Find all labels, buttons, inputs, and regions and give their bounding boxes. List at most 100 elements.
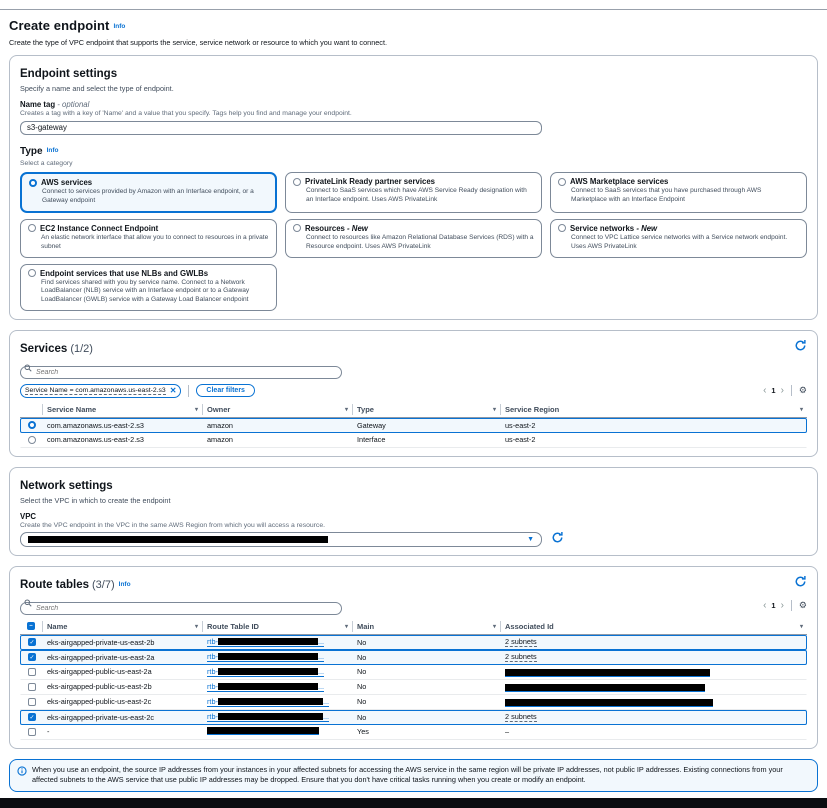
endpoint-settings-title: Endpoint settings	[20, 68, 117, 80]
route-table-id-link[interactable]: rtb-...	[207, 637, 324, 647]
route-table-row[interactable]: - Yes –	[20, 725, 807, 740]
route-table-row[interactable]: ✓ eks-airgapped-private-us-east-2c rtb-.…	[20, 710, 807, 725]
region-cell: us-east-2	[501, 420, 806, 431]
radio-icon[interactable]	[28, 436, 36, 444]
associated-subnets-link[interactable]: 2 subnets	[505, 712, 537, 723]
service-filter-chip[interactable]: Service Name = com.amazonaws.us-east-2.s…	[20, 384, 181, 398]
refresh-icon[interactable]	[794, 339, 807, 352]
network-settings-title: Network settings	[20, 480, 113, 492]
page-number[interactable]: 1	[771, 386, 775, 395]
previous-page-icon[interactable]: ‹	[763, 601, 766, 611]
rt-name-cell: eks-airgapped-public-us-east-2c	[43, 696, 203, 707]
services-title: Services	[20, 343, 67, 355]
clear-filters-button[interactable]: Clear filters	[196, 384, 255, 397]
refresh-icon[interactable]	[551, 531, 564, 544]
route-table-row[interactable]: eks-airgapped-public-us-east-2c rtb-... …	[20, 695, 807, 710]
endpoint-info-alert: When you use an endpoint, the source IP …	[9, 759, 818, 792]
route-table-row[interactable]: eks-airgapped-public-us-east-2a rtb-... …	[20, 665, 807, 680]
route-table-id-link[interactable]: rtb-...	[207, 652, 324, 662]
radio-checked-icon[interactable]	[28, 421, 36, 429]
col-associated-id: Associated Id▾	[500, 621, 807, 632]
new-badge: - New	[347, 224, 368, 233]
page-number[interactable]: 1	[771, 601, 775, 610]
associated-subnets-link[interactable]: 2 subnets	[505, 637, 537, 648]
sort-icon[interactable]: ▾	[800, 406, 803, 413]
route-table-row[interactable]: ✓ eks-airgapped-private-us-east-2a rtb-.…	[20, 650, 807, 665]
refresh-icon[interactable]	[794, 575, 807, 588]
route-tables-info-link[interactable]: Info	[119, 581, 131, 588]
name-tag-input[interactable]	[20, 121, 542, 135]
checkbox-icon[interactable]	[28, 698, 36, 706]
type-card-resources[interactable]: Resources - New Connect to resources lik…	[285, 219, 542, 258]
redacted-associated-id	[505, 669, 710, 677]
checkbox-checked-icon[interactable]: ✓	[28, 713, 36, 721]
gear-icon[interactable]: ⚙	[799, 386, 807, 395]
route-table-id-link[interactable]: rtb-...	[207, 697, 329, 707]
next-page-icon[interactable]: ›	[781, 386, 784, 396]
type-card-ec2-instance-connect[interactable]: EC2 Instance Connect Endpoint An elastic…	[20, 219, 277, 258]
redacted-id	[218, 668, 318, 675]
page-description: Create the type of VPC endpoint that sup…	[9, 38, 818, 47]
service-name-cell: com.amazonaws.us-east-2.s3	[43, 420, 203, 431]
route-table-id-link[interactable]: rtb-...	[207, 682, 324, 692]
sort-icon[interactable]: ▾	[493, 406, 496, 413]
redacted-id	[218, 698, 323, 705]
checkbox-checked-icon[interactable]: ✓	[28, 653, 36, 661]
type-card-title: PrivateLink Ready partner services	[305, 177, 435, 186]
type-card-nlb-gwlb[interactable]: Endpoint services that use NLBs and GWLB…	[20, 264, 277, 312]
checkbox-indeterminate-icon[interactable]: –	[27, 622, 35, 630]
checkbox-icon[interactable]	[28, 728, 36, 736]
service-row[interactable]: com.amazonaws.us-east-2.s3 amazon Interf…	[20, 433, 807, 448]
services-card: Services(1/2) Service Name = com.amazona…	[9, 330, 818, 457]
search-icon	[24, 364, 32, 372]
checkbox-icon[interactable]	[28, 683, 36, 691]
services-search[interactable]	[20, 361, 342, 379]
type-card-marketplace[interactable]: AWS Marketplace services Connect to SaaS…	[550, 172, 807, 213]
associated-subnets-link[interactable]: 2 subnets	[505, 652, 537, 663]
type-card-aws-services[interactable]: AWS services Connect to services provide…	[20, 172, 277, 213]
gear-icon[interactable]: ⚙	[799, 601, 807, 610]
redacted-id	[218, 683, 318, 690]
type-card-privatelink-partner[interactable]: PrivateLink Ready partner services Conne…	[285, 172, 542, 213]
redacted-id	[218, 638, 318, 645]
create-endpoint-page: Create endpointInfo Create the type of V…	[0, 0, 827, 808]
route-table-id-link[interactable]	[207, 727, 319, 735]
close-icon[interactable]: ✕	[170, 387, 177, 395]
rt-name-cell: eks-airgapped-public-us-east-2a	[43, 666, 203, 677]
rt-name-cell: eks-airgapped-private-us-east-2a	[43, 652, 203, 663]
type-card-service-networks[interactable]: Service networks - New Connect to VPC La…	[550, 219, 807, 258]
radio-checked-icon	[29, 179, 37, 187]
sort-icon[interactable]: ▾	[195, 623, 198, 630]
route-tables-search[interactable]	[20, 597, 342, 615]
sort-icon[interactable]: ▾	[493, 623, 496, 630]
sort-icon[interactable]: ▾	[800, 623, 803, 630]
route-table-row[interactable]: ✓ eks-airgapped-private-us-east-2b rtb-.…	[20, 635, 807, 650]
type-card-title: Endpoint services that use NLBs and GWLB…	[40, 269, 208, 278]
type-info-link[interactable]: Info	[47, 147, 59, 154]
type-cell: Gateway	[353, 420, 501, 431]
divider	[188, 385, 189, 397]
owner-cell: amazon	[203, 434, 353, 445]
sort-icon[interactable]: ▾	[345, 623, 348, 630]
col-service-name: Service Name▾	[42, 404, 202, 415]
route-table-id-link[interactable]: rtb-...	[207, 667, 324, 677]
sort-icon[interactable]: ▾	[345, 406, 348, 413]
region-cell: us-east-2	[501, 434, 806, 445]
rt-name-cell: -	[43, 726, 203, 737]
previous-page-icon[interactable]: ‹	[763, 386, 766, 396]
route-table-row[interactable]: eks-airgapped-public-us-east-2b rtb-... …	[20, 680, 807, 695]
next-page-icon[interactable]: ›	[781, 601, 784, 611]
checkbox-checked-icon[interactable]: ✓	[28, 638, 36, 646]
vpc-select[interactable]: ▼	[20, 532, 542, 547]
checkbox-icon[interactable]	[28, 668, 36, 676]
sort-icon[interactable]: ▾	[195, 406, 198, 413]
route-tables-title: Route tables	[20, 579, 89, 591]
page-header: Create endpointInfo Create the type of V…	[9, 17, 818, 47]
services-search-input[interactable]	[20, 366, 342, 379]
service-row[interactable]: com.amazonaws.us-east-2.s3 amazon Gatewa…	[20, 418, 807, 433]
page-info-link[interactable]: Info	[113, 23, 125, 30]
route-table-id-link[interactable]: rtb-...	[207, 712, 329, 722]
route-tables-search-input[interactable]	[20, 602, 342, 615]
radio-icon	[293, 224, 301, 232]
search-icon	[24, 599, 32, 607]
